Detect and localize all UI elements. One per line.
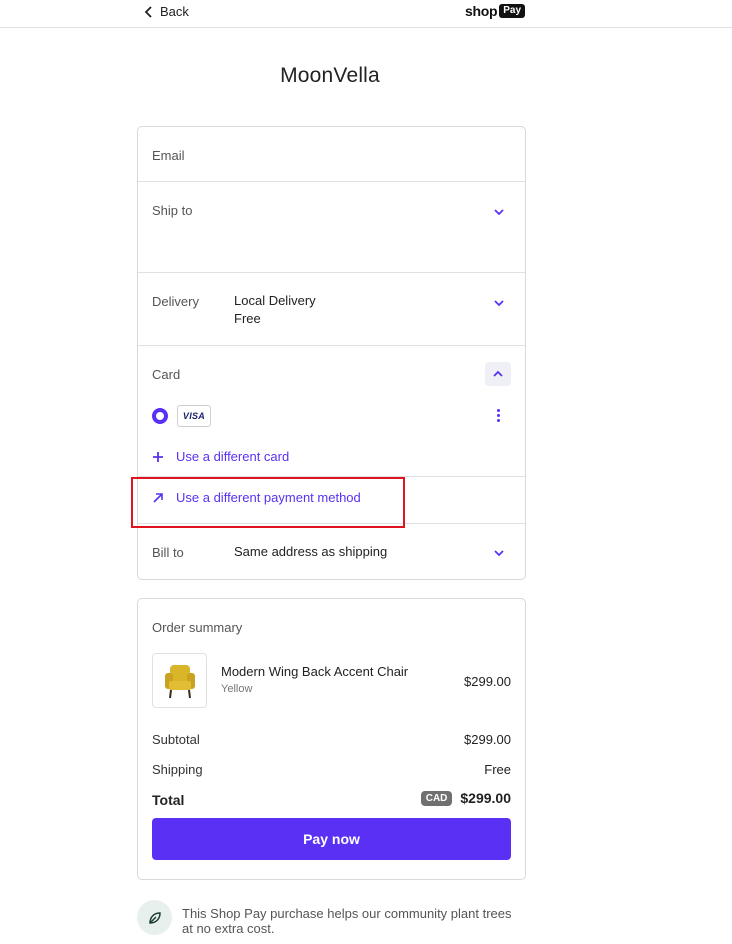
total-amount: CAD $299.00 xyxy=(420,790,511,806)
card-radio-selected[interactable] xyxy=(152,408,168,424)
total-value: $299.00 xyxy=(460,790,511,806)
card-collapse-chevron-up-icon[interactable] xyxy=(485,362,511,386)
order-summary-title: Order summary xyxy=(152,620,243,635)
store-name: MoonVella xyxy=(280,64,380,87)
currency-badge: CAD xyxy=(420,790,453,806)
use-different-card-link[interactable]: Use a different card xyxy=(152,449,289,464)
logo-pay-text: Pay xyxy=(499,4,526,18)
use-different-card-label: Use a different card xyxy=(176,449,290,464)
leaf-icon xyxy=(137,900,172,935)
logo-shop-text: shop xyxy=(465,3,498,19)
chevron-left-icon xyxy=(144,5,152,18)
shipping-value: Free xyxy=(484,762,511,777)
plus-icon xyxy=(152,451,164,463)
total-label: Total xyxy=(152,792,185,808)
subtotal-label: Subtotal xyxy=(152,732,200,747)
shipping-label: Shipping xyxy=(152,762,203,777)
delivery-method: Local Delivery xyxy=(234,293,316,308)
ship-to-chevron-down-icon[interactable] xyxy=(492,205,506,219)
top-bar: Back shop Pay xyxy=(0,0,732,28)
divider xyxy=(138,345,525,346)
product-variant: Yellow xyxy=(221,683,253,695)
product-thumbnail xyxy=(152,653,207,708)
card-options-kebab-icon[interactable] xyxy=(492,407,504,423)
ship-to-label: Ship to xyxy=(152,203,193,218)
delivery-chevron-down-icon[interactable] xyxy=(492,296,506,310)
subtotal-value: $299.00 xyxy=(464,732,511,747)
highlight-annotation-box xyxy=(131,477,405,528)
tree-planting-message: This Shop Pay purchase helps our communi… xyxy=(182,906,512,936)
product-name: Modern Wing Back Accent Chair xyxy=(221,664,409,679)
bill-to-chevron-down-icon[interactable] xyxy=(492,546,506,560)
chair-image-icon xyxy=(164,664,195,698)
back-label: Back xyxy=(160,4,189,19)
email-label[interactable]: Email xyxy=(152,148,185,163)
divider xyxy=(138,272,525,273)
order-summary-panel: Order summary Modern Wing Back Accent Ch… xyxy=(137,598,526,880)
back-button[interactable]: Back xyxy=(144,4,189,19)
visa-card-icon: VISA xyxy=(177,405,211,427)
delivery-cost: Free xyxy=(234,311,261,326)
shop-pay-logo: shop Pay xyxy=(465,3,526,19)
product-price: $299.00 xyxy=(464,674,511,689)
card-label: Card xyxy=(152,367,181,382)
pay-now-button[interactable]: Pay now xyxy=(152,818,511,860)
divider xyxy=(138,181,525,182)
bill-to-label: Bill to xyxy=(152,545,184,560)
bill-to-value: Same address as shipping xyxy=(234,544,388,559)
delivery-label: Delivery xyxy=(152,294,199,309)
